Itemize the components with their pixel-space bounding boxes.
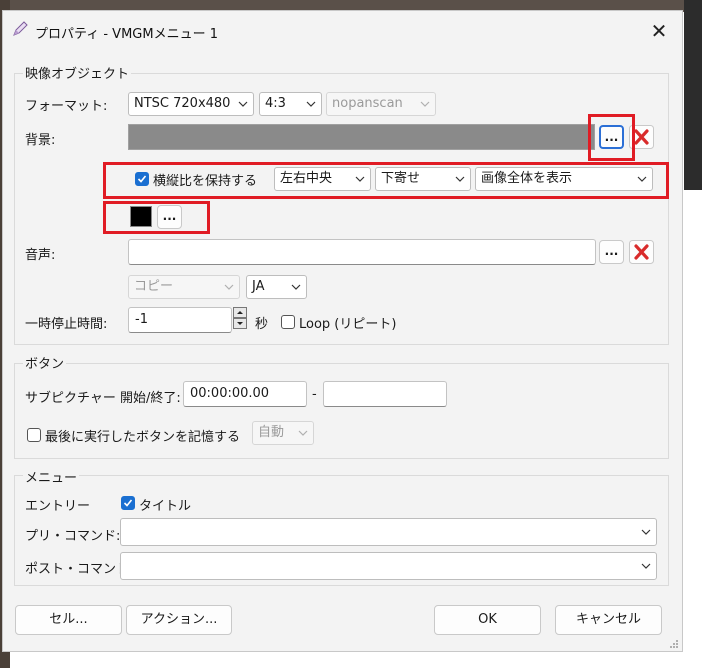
format-select[interactable]: NTSC 720x480 — [128, 92, 254, 116]
format-label: フォーマット: — [25, 99, 108, 114]
post-command-label: ポスト・コマンド: — [25, 562, 134, 577]
highlight-box-browse — [588, 114, 635, 161]
audio-browse-button[interactable]: ... — [599, 240, 624, 264]
format-select-value: NTSC 720x480 — [134, 96, 231, 111]
audio-delete-button[interactable] — [629, 240, 654, 264]
spin-up-icon[interactable] — [233, 307, 247, 318]
audio-language-select[interactable]: JA — [246, 275, 307, 299]
action-button[interactable]: アクション... — [126, 605, 232, 635]
audio-language-value: JA — [252, 279, 265, 294]
pause-time-label: 一時停止時間: — [25, 317, 108, 332]
background-preview — [128, 124, 595, 150]
chevron-down-icon — [291, 284, 301, 290]
title-entry-label: タイトル — [139, 499, 192, 514]
panscan-select: nopanscan — [326, 92, 436, 116]
highlight-box-color — [103, 201, 210, 234]
pause-time-unit: 秒 — [255, 317, 269, 332]
entry-label: エントリー — [25, 499, 91, 514]
audio-input[interactable] — [128, 239, 596, 265]
cancel-button[interactable]: キャンセル — [555, 605, 662, 635]
menu-group-label: メニュー — [23, 467, 80, 486]
chevron-down-icon — [224, 284, 234, 290]
chevron-down-icon — [641, 529, 651, 535]
chevron-down-icon — [420, 101, 430, 107]
loop-checkbox[interactable] — [281, 315, 295, 329]
close-button[interactable]: ✕ — [643, 17, 675, 45]
resize-grip-icon[interactable] — [669, 639, 679, 649]
audio-label: 音声: — [25, 248, 56, 263]
audio-mode-value: コピー — [134, 279, 174, 294]
desktop-background-right — [684, 0, 702, 668]
remember-mode-value: 自動 — [258, 425, 285, 440]
post-command-select[interactable] — [120, 552, 657, 580]
title-entry-checkbox[interactable] — [121, 496, 135, 510]
pause-time-spinner[interactable] — [233, 307, 247, 331]
chevron-down-icon — [641, 563, 651, 569]
video-object-group-label: 映像オブジェクト — [23, 63, 132, 82]
aspect-select[interactable]: 4:3 — [259, 92, 322, 116]
subpicture-separator: - — [312, 387, 317, 402]
pre-command-select[interactable] — [120, 518, 657, 546]
chevron-down-icon — [306, 101, 316, 107]
remember-mode-select: 自動 — [252, 421, 314, 445]
remember-button-checkbox[interactable] — [27, 428, 41, 442]
subpicture-end-input[interactable] — [323, 381, 447, 407]
background-label: 背景: — [25, 133, 56, 148]
remember-button-label: 最後に実行したボタンを記憶する — [45, 430, 241, 445]
properties-dialog: プロパティ - VMGMメニュー 1 ✕ 映像オブジェクト フォーマット: NT… — [2, 10, 683, 652]
ok-button[interactable]: OK — [434, 605, 541, 635]
subpicture-label: サブピクチャー 開始/終了: — [25, 391, 181, 406]
title-bar: プロパティ - VMGMメニュー 1 ✕ — [3, 11, 682, 51]
buttons-group-label: ボタン — [23, 353, 67, 372]
chevron-down-icon — [238, 101, 248, 107]
aspect-select-value: 4:3 — [265, 96, 286, 111]
pencil-icon — [11, 20, 29, 38]
window-title: プロパティ - VMGMメニュー 1 — [35, 27, 218, 42]
delete-icon — [629, 240, 654, 264]
loop-label: Loop (リピート) — [299, 317, 397, 332]
checkmark-icon — [123, 499, 133, 507]
cell-button[interactable]: セル... — [15, 605, 122, 635]
pause-time-input[interactable]: -1 — [128, 307, 232, 333]
highlight-box-aspect-row — [103, 162, 669, 199]
pre-command-label: プリ・コマンド: — [25, 529, 121, 544]
subpicture-start-input[interactable]: 00:00:00.00 — [183, 381, 307, 407]
spin-down-icon[interactable] — [233, 318, 247, 329]
panscan-select-value: nopanscan — [332, 96, 403, 111]
chevron-down-icon — [298, 430, 308, 436]
audio-mode-select: コピー — [128, 275, 240, 299]
